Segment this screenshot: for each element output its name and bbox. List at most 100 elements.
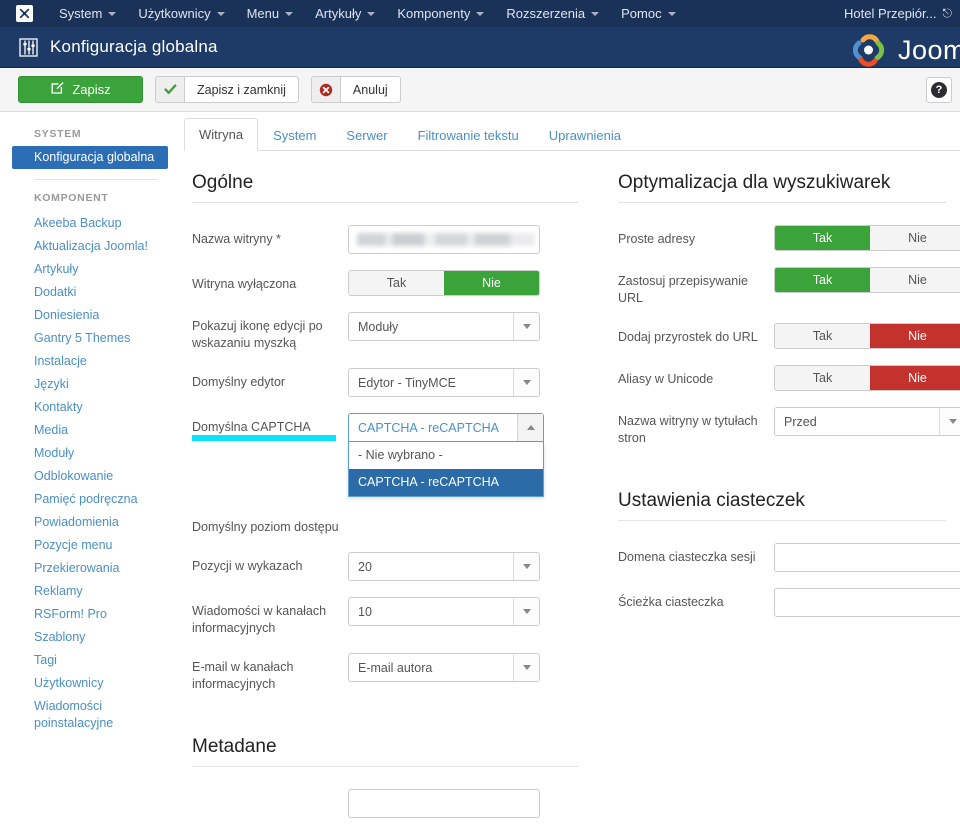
- section-divider: [618, 520, 946, 521]
- captcha-highlight-marker: [192, 435, 336, 441]
- sidebar-item-powiadomienia[interactable]: Powiadomienia: [0, 511, 176, 534]
- sef-toggle[interactable]: Tak Nie: [774, 225, 960, 251]
- toggle-option-yes[interactable]: Tak: [775, 324, 870, 348]
- option-label: CAPTCHA - reCAPTCHA: [358, 475, 499, 489]
- sidebar-item-konfiguracja-globalna[interactable]: Konfiguracja globalna: [12, 146, 168, 169]
- captcha-option-recaptcha[interactable]: CAPTCHA - reCAPTCHA: [349, 469, 543, 496]
- save-and-close-button[interactable]: Zapisz i zamknij: [155, 76, 299, 103]
- captcha-dropdown-toggle[interactable]: CAPTCHA - reCAPTCHA: [348, 413, 544, 442]
- menu-item-label: System: [59, 6, 103, 21]
- menu-item-system[interactable]: System: [48, 2, 127, 25]
- tab-serwer[interactable]: Serwer: [331, 119, 402, 151]
- field-wiadomosci-w-kanalach: Wiadomości w kanałach informacyjnych 10: [192, 597, 578, 637]
- menu-item-label: Menu: [246, 6, 280, 21]
- site-preview-link[interactable]: Hotel Przepiór... ⎋: [844, 0, 956, 27]
- menu-item-pomoc[interactable]: Pomoc: [610, 2, 686, 25]
- toggle-option-no[interactable]: Nie: [870, 366, 960, 390]
- toggle-option-yes[interactable]: Tak: [775, 268, 870, 292]
- sidebar-item-gantry-5-themes[interactable]: Gantry 5 Themes: [0, 327, 176, 350]
- chevron-down-icon: [216, 11, 225, 16]
- sidebar-item-reklamy[interactable]: Reklamy: [0, 580, 176, 603]
- help-button[interactable]: ?: [926, 77, 952, 103]
- joomla-logo-icon[interactable]: [10, 0, 38, 27]
- cookie-path-input[interactable]: [774, 588, 960, 617]
- menu-item-rozszerzenia[interactable]: Rozszerzenia: [495, 2, 610, 25]
- field-control: Przed: [774, 407, 960, 436]
- tab-filtrowanie-tekstu[interactable]: Filtrowanie tekstu: [403, 119, 534, 151]
- menu-item-menu[interactable]: Menu: [236, 2, 305, 25]
- sidebar-item-instalacje[interactable]: Instalacje: [0, 350, 176, 373]
- sidebar-item-dodatki[interactable]: Dodatki: [0, 281, 176, 304]
- tab-witryna[interactable]: Witryna: [184, 118, 259, 151]
- field-control: Edytor - TinyMCE: [348, 368, 578, 397]
- tab-uprawnienia[interactable]: Uprawnienia: [534, 119, 636, 151]
- times-circle-icon: [311, 77, 341, 102]
- cancel-button-label: Anuluj: [352, 82, 388, 97]
- sidebar-item-label: Szablony: [34, 630, 86, 644]
- cancel-button[interactable]: Anuluj: [310, 76, 401, 103]
- metadata-input[interactable]: [348, 789, 540, 818]
- unicode-toggle[interactable]: Tak Nie: [774, 365, 960, 391]
- field-control: CAPTCHA - reCAPTCHA - Nie wybrano - CAPT…: [348, 413, 578, 497]
- column-left: Ogólne Nazwa witryny * Witryna wyłączona: [184, 165, 592, 834]
- sidebar-item-label: Aktualizacja Joomla!: [34, 239, 148, 253]
- sidebar-item-label: Reklamy: [34, 584, 83, 598]
- feed-limit-select[interactable]: 10: [348, 597, 540, 626]
- captcha-dropdown[interactable]: CAPTCHA - reCAPTCHA - Nie wybrano - CAPT…: [348, 413, 544, 497]
- sidebar-item-artykuly[interactable]: Artykuły: [0, 258, 176, 281]
- save-button[interactable]: Zapisz: [18, 76, 143, 103]
- feed-email-select[interactable]: E-mail autora: [348, 653, 540, 682]
- site-name-input[interactable]: [348, 225, 540, 254]
- menu-item-uzytkownicy[interactable]: Użytkownicy: [127, 2, 235, 25]
- sidebar-item-jezyki[interactable]: Języki: [0, 373, 176, 396]
- sidebar-item-rsform-pro[interactable]: RSForm! Pro: [0, 603, 176, 626]
- sidebar-item-label: RSForm! Pro: [34, 607, 107, 621]
- sidebar-item-media[interactable]: Media: [0, 419, 176, 442]
- suffix-toggle[interactable]: Tak Nie: [774, 323, 960, 349]
- sidebar-item-tagi[interactable]: Tagi: [0, 649, 176, 672]
- default-editor-select[interactable]: Edytor - TinyMCE: [348, 368, 540, 397]
- rewrite-toggle[interactable]: Tak Nie: [774, 267, 960, 293]
- tab-system[interactable]: System: [258, 119, 331, 151]
- sidebar-item-wiadomosci-poinstalacyjne[interactable]: Wiadomości poinstalacyjne: [0, 695, 176, 735]
- site-offline-toggle[interactable]: Tak Nie: [348, 270, 540, 296]
- sidebar-item-pozycje-menu[interactable]: Pozycje menu: [0, 534, 176, 557]
- toggle-option-no[interactable]: Nie: [870, 268, 960, 292]
- section-title-ciasteczka: Ustawienia ciasteczek: [618, 490, 805, 511]
- toggle-option-no[interactable]: Nie: [444, 271, 539, 295]
- menu-item-artykuly[interactable]: Artykuły: [304, 2, 386, 25]
- sidebar-item-uzytkownicy[interactable]: Użytkownicy: [0, 672, 176, 695]
- sidebar-item-doniesienia[interactable]: Doniesienia: [0, 304, 176, 327]
- field-label: Zastosuj przepisywanie URL: [618, 274, 748, 305]
- tab-bar: Witryna System Serwer Filtrowanie tekstu…: [184, 118, 960, 151]
- tab-label: Witryna: [199, 127, 244, 142]
- save-and-close-label: Zapisz i zamknij: [197, 82, 286, 97]
- sidebar-item-aktualizacja-joomla[interactable]: Aktualizacja Joomla!: [0, 235, 176, 258]
- sidebar-item-akeeba-backup[interactable]: Akeeba Backup: [0, 212, 176, 235]
- toggle-option-yes[interactable]: Tak: [775, 366, 870, 390]
- cookie-domain-input[interactable]: [774, 543, 960, 572]
- field-control: Tak Nie: [774, 365, 960, 391]
- menu-item-komponenty[interactable]: Komponenty: [386, 2, 495, 25]
- toggle-option-no[interactable]: Nie: [870, 226, 960, 250]
- toggle-option-yes[interactable]: Tak: [775, 226, 870, 250]
- captcha-option-none[interactable]: - Nie wybrano -: [349, 442, 543, 469]
- sidebar-item-kontakty[interactable]: Kontakty: [0, 396, 176, 419]
- page-body: SYSTEM Konfiguracja globalna KOMPONENT A…: [0, 112, 960, 818]
- sidebar-item-label: Konfiguracja globalna: [34, 150, 155, 164]
- toggle-option-no[interactable]: Nie: [870, 324, 960, 348]
- sidebar-item-label: Artykuły: [34, 262, 79, 276]
- sidebar-item-szablony[interactable]: Szablony: [0, 626, 176, 649]
- sidebar-item-pamiec-podreczna[interactable]: Pamięć podręczna: [0, 488, 176, 511]
- edit-icon-select[interactable]: Moduły: [348, 312, 540, 341]
- list-limit-select[interactable]: 20: [348, 552, 540, 581]
- sidebar-item-moduly[interactable]: Moduły: [0, 442, 176, 465]
- chevron-down-icon: [513, 369, 539, 396]
- sidebar-item-przekierowania[interactable]: Przekierowania: [0, 557, 176, 580]
- field-label: Ścieżka ciasteczka: [618, 595, 724, 609]
- toggle-option-yes[interactable]: Tak: [349, 271, 444, 295]
- field-control: Tak Nie: [774, 225, 960, 251]
- sidebar-item-odblokowanie[interactable]: Odblokowanie: [0, 465, 176, 488]
- field-witryna-wylaczona: Witryna wyłączona Tak Nie: [192, 270, 578, 296]
- sitename-in-titles-select[interactable]: Przed: [774, 407, 960, 436]
